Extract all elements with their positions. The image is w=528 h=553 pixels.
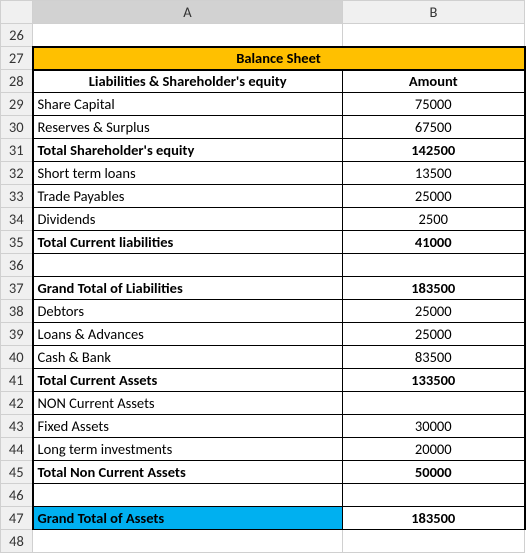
cell-label[interactable]: Reserves & Surplus: [33, 116, 343, 139]
table-row: 30Reserves & Surplus67500: [1, 116, 525, 139]
cell-amount[interactable]: 183500: [343, 507, 525, 530]
table-row: 32Short term loans13500: [1, 162, 525, 185]
cell-amount[interactable]: 50000: [343, 461, 525, 484]
table-row: 48: [1, 530, 525, 553]
cell-label[interactable]: [33, 484, 343, 507]
cell-amount[interactable]: 67500: [343, 116, 525, 139]
row-header[interactable]: 35: [1, 231, 33, 254]
cell-amount[interactable]: 25000: [343, 185, 525, 208]
table-row: 33Trade Payables25000: [1, 185, 525, 208]
cell-label[interactable]: Total Current liabilities: [33, 231, 343, 254]
cell-label[interactable]: Loans & Advances: [33, 323, 343, 346]
table-row: 44Long term investments20000: [1, 438, 525, 461]
cell-amount[interactable]: 25000: [343, 300, 525, 323]
header-amount[interactable]: Amount: [343, 70, 525, 93]
table-row: 28Liabilities & Shareholder's equityAmou…: [1, 70, 525, 93]
table-row: 34Dividends2500: [1, 208, 525, 231]
select-all-corner[interactable]: [1, 1, 33, 24]
cell-amount[interactable]: 20000: [343, 438, 525, 461]
cell-amount[interactable]: 133500: [343, 369, 525, 392]
cell-amount[interactable]: [343, 254, 525, 277]
cell-amount[interactable]: [343, 24, 525, 47]
cell-label[interactable]: Dividends: [33, 208, 343, 231]
row-header[interactable]: 30: [1, 116, 33, 139]
row-header[interactable]: 39: [1, 323, 33, 346]
cell-label[interactable]: [33, 530, 343, 553]
cell-amount[interactable]: 30000: [343, 415, 525, 438]
cell-amount[interactable]: 83500: [343, 346, 525, 369]
row-header[interactable]: 37: [1, 277, 33, 300]
cell-amount[interactable]: [343, 530, 525, 553]
table-row: 37Grand Total of Liabilities183500: [1, 277, 525, 300]
row-header[interactable]: 38: [1, 300, 33, 323]
cell-amount[interactable]: 183500: [343, 277, 525, 300]
cell-label[interactable]: Trade Payables: [33, 185, 343, 208]
row-header[interactable]: 32: [1, 162, 33, 185]
spreadsheet-grid[interactable]: A B 2627Balance Sheet28Liabilities & Sha…: [0, 0, 526, 553]
table-row: 27Balance Sheet: [1, 47, 525, 70]
table-row: 46: [1, 484, 525, 507]
table-row: 39Loans & Advances25000: [1, 323, 525, 346]
cell-label[interactable]: Grand Total of Assets: [33, 507, 343, 530]
cell-label[interactable]: Fixed Assets: [33, 415, 343, 438]
sheet-title[interactable]: Balance Sheet: [33, 47, 525, 70]
row-header[interactable]: 40: [1, 346, 33, 369]
table-row: 38Debtors25000: [1, 300, 525, 323]
column-header-row: A B: [1, 1, 525, 24]
cell-label[interactable]: Short term loans: [33, 162, 343, 185]
cell-label[interactable]: Total Current Assets: [33, 369, 343, 392]
row-header[interactable]: 29: [1, 93, 33, 116]
row-header[interactable]: 48: [1, 530, 33, 553]
row-header[interactable]: 43: [1, 415, 33, 438]
cell-label[interactable]: Share Capital: [33, 93, 343, 116]
cell-amount[interactable]: [343, 392, 525, 415]
table-row: 31Total Shareholder's equity142500: [1, 139, 525, 162]
column-header-B[interactable]: B: [343, 1, 525, 24]
table-row: 26: [1, 24, 525, 47]
row-header[interactable]: 27: [1, 47, 33, 70]
row-header[interactable]: 47: [1, 507, 33, 530]
row-header[interactable]: 36: [1, 254, 33, 277]
cell-label[interactable]: Long term investments: [33, 438, 343, 461]
row-header[interactable]: 44: [1, 438, 33, 461]
column-header-A[interactable]: A: [33, 1, 343, 24]
row-header[interactable]: 34: [1, 208, 33, 231]
row-header[interactable]: 31: [1, 139, 33, 162]
cell-amount[interactable]: 142500: [343, 139, 525, 162]
row-header[interactable]: 41: [1, 369, 33, 392]
table-row: 47Grand Total of Assets183500: [1, 507, 525, 530]
cell-label[interactable]: Total Non Current Assets: [33, 461, 343, 484]
cell-label[interactable]: Grand Total of Liabilities: [33, 277, 343, 300]
cell-amount[interactable]: 2500: [343, 208, 525, 231]
row-header[interactable]: 42: [1, 392, 33, 415]
table-row: 29Share Capital75000: [1, 93, 525, 116]
table-row: 36: [1, 254, 525, 277]
cell-amount[interactable]: 41000: [343, 231, 525, 254]
cell-label[interactable]: Cash & Bank: [33, 346, 343, 369]
row-header[interactable]: 33: [1, 185, 33, 208]
row-header[interactable]: 46: [1, 484, 33, 507]
cell-amount[interactable]: 25000: [343, 323, 525, 346]
cell-amount[interactable]: [343, 484, 525, 507]
table-row: 42NON Current Assets: [1, 392, 525, 415]
cell-label[interactable]: NON Current Assets: [33, 392, 343, 415]
cell-amount[interactable]: 13500: [343, 162, 525, 185]
cell-label[interactable]: Total Shareholder's equity: [33, 139, 343, 162]
row-header[interactable]: 45: [1, 461, 33, 484]
table-row: 41Total Current Assets133500: [1, 369, 525, 392]
cell-label[interactable]: Debtors: [33, 300, 343, 323]
row-header[interactable]: 26: [1, 24, 33, 47]
table-row: 45Total Non Current Assets50000: [1, 461, 525, 484]
row-header[interactable]: 28: [1, 70, 33, 93]
table-row: 35Total Current liabilities41000: [1, 231, 525, 254]
cell-label[interactable]: [33, 24, 343, 47]
cell-label[interactable]: [33, 254, 343, 277]
table-row: 40Cash & Bank83500: [1, 346, 525, 369]
table-row: 43Fixed Assets30000: [1, 415, 525, 438]
header-label[interactable]: Liabilities & Shareholder's equity: [33, 70, 343, 93]
cell-amount[interactable]: 75000: [343, 93, 525, 116]
